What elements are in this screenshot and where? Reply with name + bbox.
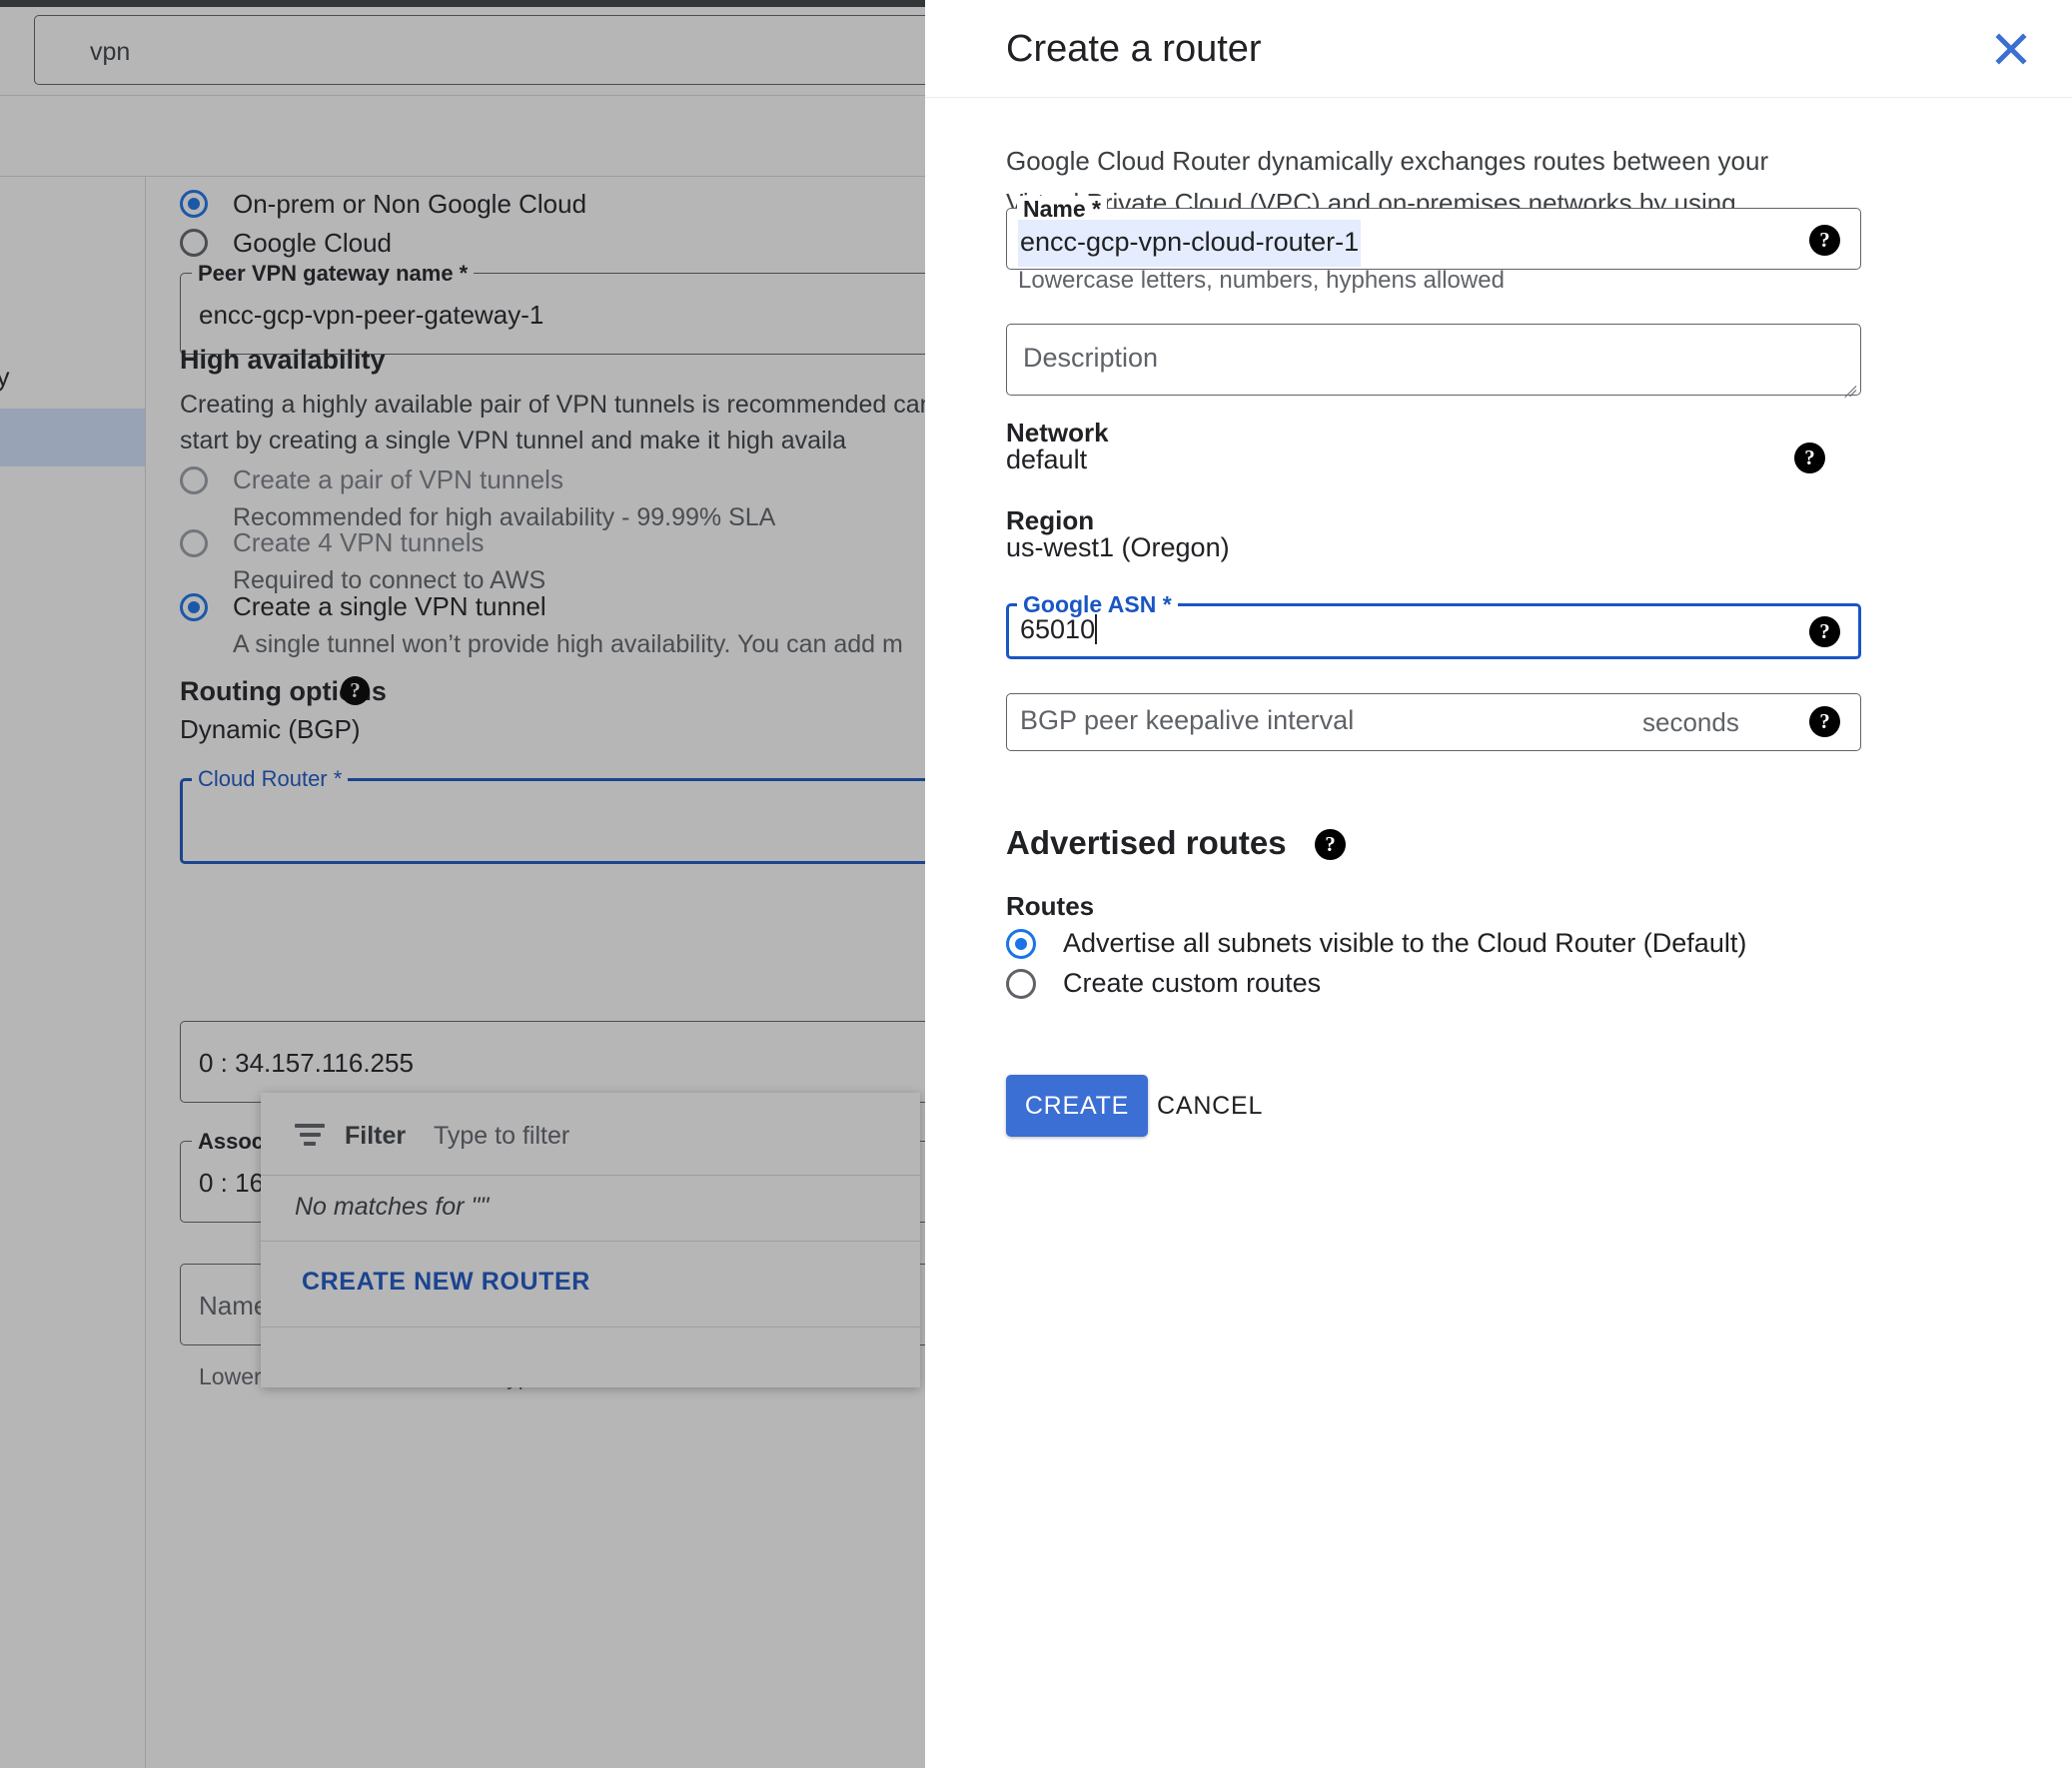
router-name-hint: Lowercase letters, numbers, hyphens allo… [1018,267,1505,294]
help-icon-bgp-keepalive[interactable]: ? [1809,706,1840,737]
bgp-keepalive-placeholder: BGP peer keepalive interval [1020,705,1355,735]
background-page: vpn ay On-prem or Non Google Cloud Googl… [0,0,925,1768]
help-icon-network[interactable]: ? [1794,442,1825,473]
google-asn-value: 65010 [1020,614,1098,644]
create-router-dialog: Create a router Google Cloud Router dyna… [925,0,2072,1768]
dialog-header: Create a router [925,0,2072,98]
help-icon-router-name[interactable]: ? [1809,225,1840,256]
text-caret [1095,614,1098,644]
help-icon-google-asn[interactable]: ? [1809,616,1840,647]
radio-advertise-all-subnets-label: Advertise all subnets visible to the Clo… [1063,928,1747,958]
resize-grip-icon[interactable] [1838,374,1857,399]
router-name-value: encc-gcp-vpn-cloud-router-1 [1018,220,1362,267]
router-description-field[interactable]: Description [1006,324,1861,399]
radio-advertise-all-subnets[interactable] [1006,929,1036,959]
bgp-keepalive-suffix: seconds [1642,707,1739,737]
cancel-button[interactable]: CANCEL [1151,1075,1269,1137]
radio-create-custom-routes-label: Create custom routes [1063,968,1322,998]
close-icon[interactable] [1982,20,2040,78]
router-description-placeholder: Description [1023,343,1159,373]
radio-create-custom-routes[interactable] [1006,969,1036,999]
region-value: us-west1 (Oregon) [1006,532,1230,562]
router-name-legend: Name * [1017,196,1107,223]
network-value: default [1006,444,1088,474]
modal-scrim[interactable] [0,0,925,1768]
advertised-routes-title: Advertised routes [1006,824,1287,861]
dialog-title: Create a router [1006,28,1262,70]
create-button[interactable]: CREATE [1006,1075,1148,1137]
help-icon-advertised-routes[interactable]: ? [1315,829,1346,860]
screen-root: vpn ay On-prem or Non Google Cloud Googl… [0,0,2072,1768]
routes-label: Routes [1006,891,1095,921]
